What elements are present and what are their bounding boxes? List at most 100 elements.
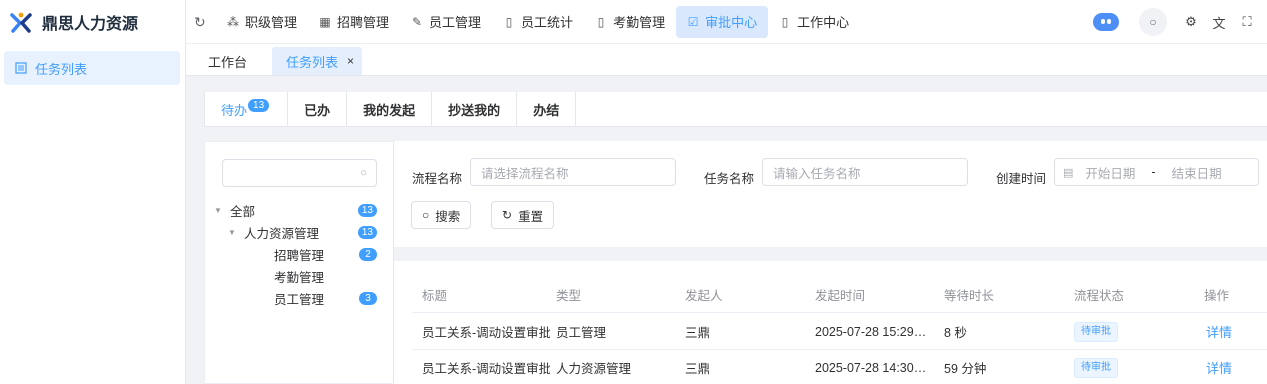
tree-node-label: 员工管理 (274, 292, 325, 307)
close-icon[interactable]: × (347, 54, 354, 68)
tab-label: 待办 (221, 103, 248, 118)
refresh-icon[interactable]: ↻ (194, 15, 208, 29)
tree-node-all[interactable]: ▼ 全部 13 (214, 200, 384, 220)
caret-down-icon: ▼ (228, 227, 236, 237)
col-action: 操作 (1204, 289, 1230, 303)
sidebar: 鼎思人力资源 任务列表 (0, 0, 186, 384)
col-type: 类型 (556, 289, 582, 303)
table-row[interactable]: 员工关系-调动设置审批 人力资源管理 三鼎 2025-07-28 14:30… … (412, 350, 1267, 384)
date-separator: - (1151, 165, 1156, 179)
todo-count-badge: 13 (248, 99, 270, 112)
search-icon: ○ (422, 208, 430, 222)
tree-node-recruit[interactable]: 招聘管理 2 (274, 244, 384, 264)
caret-down-icon: ▼ (214, 205, 222, 215)
tab-workbench[interactable]: 工作台 (208, 47, 247, 75)
assistant-robot-icon[interactable] (1093, 13, 1119, 31)
task-input[interactable]: 请输入任务名称 (762, 158, 968, 186)
app-logo: 鼎思人力资源 (0, 0, 185, 44)
nav-label: 员工管理 (429, 15, 482, 30)
col-initiator: 发起人 (685, 289, 723, 303)
task-table: 标题 类型 发起人 发起时间 等待时长 流程状态 操作 员工关系-调动设置审批 … (394, 261, 1267, 384)
translate-icon[interactable]: 文 (1211, 13, 1227, 32)
start-date-input[interactable]: 开始日期 (1085, 163, 1135, 182)
tree-node-attendance[interactable]: 考勤管理 (274, 266, 384, 286)
nav-item-approval[interactable]: ☑ 审批中心 (676, 5, 769, 38)
calendar-icon: ▤ (1063, 166, 1074, 179)
tab-label: 任务列表 (286, 54, 339, 70)
nav-item-attendance[interactable]: ▯ 考勤管理 (584, 6, 676, 38)
nav-label: 招聘管理 (337, 15, 390, 30)
logo-icon (10, 12, 32, 33)
row-title: 员工关系-调动设置审批 (422, 362, 550, 376)
hierarchy-icon: ⁂ (227, 14, 239, 29)
col-time: 发起时间 (815, 289, 866, 303)
detail-link[interactable]: 详情 (1206, 358, 1232, 377)
nav-item-recruit[interactable]: ▦ 招聘管理 (308, 6, 400, 38)
end-date-input[interactable]: 结束日期 (1172, 163, 1222, 182)
divider (394, 247, 1267, 261)
count-badge: 13 (357, 226, 377, 239)
col-wait: 等待时长 (944, 289, 995, 303)
nav-item-rank[interactable]: ⁂ 职级管理 (216, 6, 308, 38)
created-label: 创建时间 (996, 172, 1047, 186)
nav-label: 员工统计 (521, 15, 574, 30)
status-tabs: 待办 13 已办 我的发起 抄送我的 办结 (204, 92, 1267, 127)
fullscreen-icon[interactable]: ⛶ (1239, 14, 1255, 30)
table-row[interactable]: 员工关系-调动设置审批 员工管理 三鼎 2025-07-28 15:29… 8 … (412, 314, 1267, 350)
row-wait: 8 秒 (944, 326, 967, 340)
search-icon[interactable]: ○ (1139, 8, 1167, 36)
button-label: 重置 (518, 209, 544, 224)
nav-item-stats[interactable]: ▯ 员工统计 (492, 6, 584, 38)
gear-icon[interactable]: ⚙ (1183, 14, 1199, 30)
tree-node-hr[interactable]: ▼ 人力资源管理 13 (228, 222, 384, 242)
row-time: 2025-07-28 14:30… (815, 360, 927, 375)
nav-label: 审批中心 (705, 15, 758, 30)
tab-task-list[interactable]: 任务列表 × (272, 47, 362, 75)
count-badge: 2 (359, 248, 377, 261)
count-badge: 13 (357, 204, 377, 217)
sidebar-item-label: 任务列表 (35, 61, 88, 77)
list-icon (15, 62, 27, 74)
row-time: 2025-07-28 15:29… (815, 324, 927, 339)
col-title: 标题 (422, 289, 448, 303)
row-type: 员工管理 (556, 326, 607, 340)
task-label: 任务名称 (704, 172, 755, 186)
nav-item-work[interactable]: ▯ 工作中心 (768, 6, 860, 38)
top-nav: ↻ ⁂ 职级管理 ▦ 招聘管理 ✎ 员工管理 ▯ 员工统计 ▯ 考勤管理 ☑ 审批中心 ▯ 工… (186, 0, 1267, 44)
sidebar-item-task-list[interactable]: 任务列表 (4, 51, 180, 85)
tab-cc[interactable]: 抄送我的 (432, 92, 518, 127)
row-initiator: 三鼎 (685, 326, 711, 340)
reset-button[interactable]: ↻ 重置 (491, 201, 555, 229)
checkbox-icon: ☑ (687, 14, 699, 29)
tab-bar: 工作台 任务列表 × (186, 44, 1267, 76)
row-initiator: 三鼎 (685, 362, 711, 376)
document-icon: ▯ (505, 14, 513, 29)
detail-link[interactable]: 详情 (1206, 322, 1232, 341)
tree-search-input[interactable]: ○ (222, 159, 377, 187)
tab-label: 我的发起 (363, 103, 416, 118)
nav-label: 工作中心 (797, 15, 850, 30)
nav-item-employee[interactable]: ✎ 员工管理 (400, 6, 492, 38)
date-range-picker[interactable]: ▤ 开始日期 - 结束日期 (1054, 158, 1259, 186)
tab-closed[interactable]: 办结 (517, 92, 577, 127)
category-tree: ○ ▼ 全部 13 ▼ 人力资源管理 13 招聘管理 2 考勤管理 员工管理 3 (204, 141, 394, 384)
document-icon: ▯ (781, 14, 789, 29)
main-card: 待办 13 已办 我的发起 抄送我的 办结 ○ ▼ 全部 13 ▼ 人力资源管理 13… (204, 92, 1267, 384)
tree-node-label: 考勤管理 (274, 270, 325, 285)
tree-node-employee[interactable]: 员工管理 3 (274, 288, 384, 308)
status-badge: 待审批 (1074, 321, 1118, 342)
tab-label: 已办 (304, 103, 331, 118)
refresh-icon: ↻ (502, 208, 513, 222)
divider (204, 127, 1267, 141)
tab-todo[interactable]: 待办 13 (204, 92, 289, 127)
nav-label: 考勤管理 (613, 15, 666, 30)
process-select[interactable]: 请选择流程名称 (470, 158, 676, 186)
row-title: 员工关系-调动设置审批 (422, 326, 550, 340)
nav-tools: ○ ⚙ 文 ⛶ (1093, 0, 1267, 44)
app-title: 鼎思人力资源 (42, 16, 139, 33)
search-button[interactable]: ○ 搜索 (411, 201, 472, 229)
tab-done[interactable]: 已办 (288, 92, 348, 127)
status-badge: 待审批 (1074, 357, 1118, 378)
tab-initiated[interactable]: 我的发起 (347, 92, 433, 127)
tree-node-label: 人力资源管理 (244, 226, 320, 241)
